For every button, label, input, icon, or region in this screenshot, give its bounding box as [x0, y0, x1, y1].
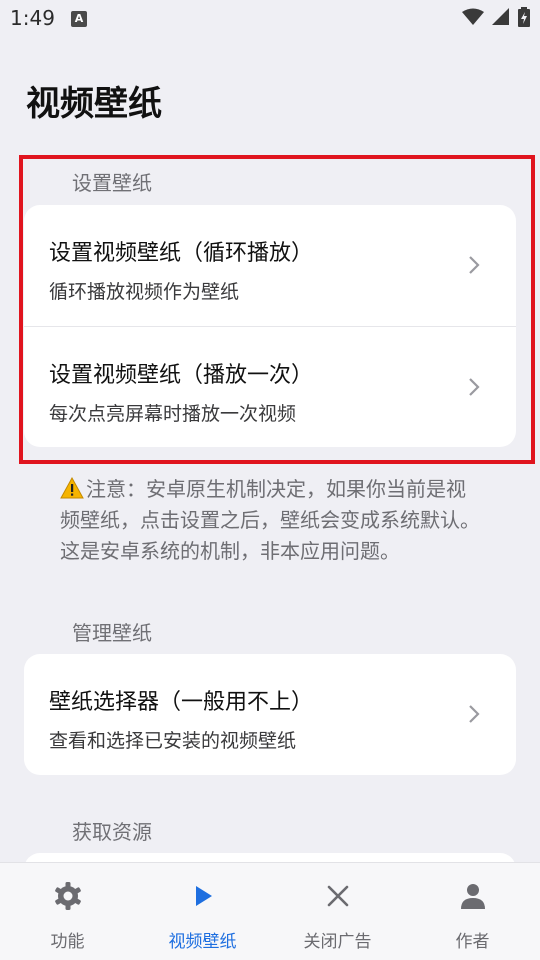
- notification-badge-icon: A: [71, 11, 87, 27]
- nav-item-author[interactable]: 作者: [405, 863, 540, 960]
- warning-icon: [60, 477, 84, 499]
- manage-wallpaper-card: 壁纸选择器（一般用不上） 查看和选择已安装的视频壁纸: [24, 654, 516, 775]
- person-icon: [456, 879, 490, 913]
- battery-icon: [518, 7, 530, 27]
- status-bar: 1:49 A: [0, 0, 540, 40]
- status-icons: [462, 7, 530, 27]
- chevron-right-icon: [469, 705, 480, 723]
- highlight-box: [19, 155, 535, 464]
- page-title: 视频壁纸: [26, 84, 162, 124]
- wallpaper-picker-item[interactable]: 壁纸选择器（一般用不上） 查看和选择已安装的视频壁纸: [24, 654, 516, 775]
- nav-item-close-ads[interactable]: 关闭广告: [270, 863, 405, 960]
- nav-label: 视频壁纸: [168, 932, 237, 952]
- item-title: 壁纸选择器（一般用不上）: [49, 690, 314, 715]
- bottom-nav: 功能 视频壁纸 关闭广告 作者: [0, 862, 540, 960]
- nav-label: 功能: [50, 932, 85, 952]
- warning-note: 注意：安卓原生机制决定，如果你当前是视频壁纸，点击设置之后，壁纸会变成系统默认。…: [60, 474, 480, 567]
- status-time: 1:49: [10, 6, 55, 30]
- nav-item-functions[interactable]: 功能: [0, 863, 135, 960]
- nav-label: 作者: [455, 932, 490, 952]
- item-subtitle: 查看和选择已安装的视频壁纸: [49, 730, 297, 752]
- signal-icon: [492, 8, 509, 25]
- section-label-manage-wallpaper: 管理壁纸: [72, 621, 152, 645]
- gear-icon: [51, 879, 85, 913]
- screen: 1:49 A 视频壁纸 设置壁纸 设置视频壁纸（循环播放） 循环播放视频作为壁纸: [0, 0, 540, 960]
- nav-item-video-wallpaper[interactable]: 视频壁纸: [135, 863, 270, 960]
- nav-label: 关闭广告: [303, 932, 372, 952]
- section-label-resources: 获取资源: [72, 820, 152, 844]
- wifi-icon: [462, 8, 484, 25]
- play-icon: [186, 879, 220, 913]
- note-text: 注意：安卓原生机制决定，如果你当前是视频壁纸，点击设置之后，壁纸会变成系统默认。…: [60, 477, 480, 563]
- close-icon: [321, 879, 355, 913]
